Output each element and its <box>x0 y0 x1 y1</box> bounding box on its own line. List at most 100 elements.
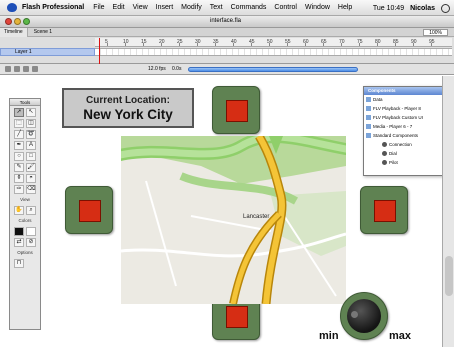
swap-colors-icon[interactable]: ⇄ <box>14 238 24 247</box>
menu-file[interactable]: File <box>93 4 104 11</box>
hand-tool-icon[interactable]: ✋ <box>14 206 24 215</box>
stroke-color-icon[interactable] <box>14 227 24 236</box>
menu-help[interactable]: Help <box>338 4 352 11</box>
frame-tick <box>395 43 396 46</box>
subselect-tool-icon[interactable]: ↖ <box>26 108 36 117</box>
brush-tool-icon[interactable]: 🖌 <box>26 163 36 172</box>
scene-breadcrumb[interactable]: Scene 1 <box>34 29 52 35</box>
frame-tick <box>215 43 216 46</box>
folder-icon <box>366 133 371 138</box>
onion-outline-icon[interactable] <box>23 66 29 72</box>
frame-tick <box>143 43 144 46</box>
minimize-button[interactable] <box>14 18 21 25</box>
menu-view[interactable]: View <box>133 4 148 11</box>
scrollbar-thumb[interactable] <box>445 256 453 296</box>
frame-tick <box>197 43 198 46</box>
clock-text[interactable]: Tue 10:49 <box>373 5 404 12</box>
stage-scrollbar[interactable] <box>442 76 454 347</box>
location-city: New York City <box>83 107 173 122</box>
component-list-item[interactable]: Data <box>364 95 453 104</box>
eyedropper-icon[interactable]: ✑ <box>14 185 24 194</box>
volume-knob[interactable] <box>340 292 388 340</box>
nav-left-square <box>79 200 101 222</box>
menu-bar: Flash Professional File Edit View Insert… <box>0 0 454 16</box>
user-name[interactable]: Nicolas <box>410 5 435 12</box>
center-frame-icon[interactable] <box>5 66 11 72</box>
layer-row[interactable]: Layer 1 <box>0 48 95 56</box>
arrow-tool-icon[interactable]: ➚ <box>14 108 24 117</box>
frame-tick <box>359 43 360 46</box>
fill-color-icon[interactable] <box>26 227 36 236</box>
oval-tool-icon[interactable]: ○ <box>14 152 24 161</box>
document-title: interface.fla <box>210 18 242 24</box>
components-title[interactable]: Components <box>364 87 453 95</box>
frame-tick <box>377 43 378 46</box>
ink-bottle-icon[interactable]: ⚱ <box>14 174 24 183</box>
component-list-item[interactable]: Dial <box>364 149 453 158</box>
free-transform-icon[interactable]: ⬚ <box>14 119 24 128</box>
component-icon <box>382 151 387 156</box>
zoom-tool-icon[interactable]: ⌕ <box>26 206 36 215</box>
spotlight-search-icon[interactable] <box>441 3 450 13</box>
layer-frames[interactable] <box>95 48 452 56</box>
text-tool-icon[interactable]: A <box>26 141 36 150</box>
menu-modify[interactable]: Modify <box>181 4 202 11</box>
pen-tool-icon[interactable]: ✒ <box>14 141 24 150</box>
menu-insert[interactable]: Insert <box>156 4 174 11</box>
folder-icon <box>366 97 371 102</box>
folder-icon <box>366 106 371 111</box>
close-button[interactable] <box>5 18 12 25</box>
menu-text[interactable]: Text <box>210 4 223 11</box>
window-controls <box>5 18 30 25</box>
apple-icon[interactable] <box>7 3 17 12</box>
app-name-menu[interactable]: Flash Professional <box>22 4 84 11</box>
component-list-item[interactable]: FLV Playback - Player 8 <box>364 104 453 113</box>
rectangle-tool-icon[interactable]: □ <box>26 152 36 161</box>
nav-left-button[interactable] <box>65 186 113 234</box>
frame-tick <box>107 43 108 46</box>
tools-title: Tools <box>10 99 40 106</box>
zoom-select[interactable]: 100% <box>423 29 448 36</box>
nav-right-button[interactable] <box>360 186 408 234</box>
location-panel: Current Location: New York City <box>62 88 194 128</box>
component-list-item[interactable]: Standard Components <box>364 131 453 140</box>
snap-option-icon[interactable]: ⊓ <box>14 259 24 268</box>
component-list-item[interactable]: FLV Playback Custom UI <box>364 113 453 122</box>
component-label: Pilot <box>389 160 398 165</box>
zoom-button[interactable] <box>23 18 30 25</box>
line-tool-icon[interactable]: ╱ <box>14 130 24 139</box>
timeline-scrollbar[interactable] <box>188 67 358 72</box>
map-image[interactable]: Lancaster <box>121 136 346 304</box>
nav-right-square <box>374 200 396 222</box>
menu-edit[interactable]: Edit <box>113 4 125 11</box>
map-graphic <box>121 136 346 304</box>
paint-bucket-icon[interactable]: ◓ <box>26 174 36 183</box>
component-list-item[interactable]: Media - Player 6 - 7 <box>364 122 453 131</box>
knob-indicator <box>350 310 358 318</box>
options-section-label: Options <box>17 250 33 255</box>
view-section-label: View <box>20 197 30 202</box>
nav-up-button[interactable] <box>212 86 260 134</box>
menu-window[interactable]: Window <box>305 4 330 11</box>
no-color-icon[interactable]: ⊘ <box>26 238 36 247</box>
frame-tick <box>251 43 252 46</box>
fill-transform-icon[interactable]: ◫ <box>26 119 36 128</box>
edit-bar: 12.0 fps 0.0s <box>0 64 454 75</box>
playhead[interactable] <box>99 38 100 64</box>
frame-tick <box>269 43 270 46</box>
tab-timeline[interactable]: Timeline <box>0 27 28 37</box>
layer-name[interactable]: Layer 1 <box>15 49 32 55</box>
edit-multiple-icon[interactable] <box>32 66 38 72</box>
knob-min-label: min <box>319 330 339 342</box>
frame-ruler[interactable]: 5 10 15 20 25 30 35 40 45 50 55 60 65 70 75 80 85 90 95 <box>95 38 452 47</box>
pencil-tool-icon[interactable]: ✎ <box>14 163 24 172</box>
onion-skin-icon[interactable] <box>14 66 20 72</box>
menu-control[interactable]: Control <box>274 4 297 11</box>
eraser-icon[interactable]: ⌫ <box>26 185 36 194</box>
knob-max-label: max <box>389 330 412 342</box>
component-list-item[interactable]: Pilot <box>364 158 453 167</box>
component-list-item[interactable]: Connection <box>364 140 453 149</box>
lasso-tool-icon[interactable]: ➰ <box>26 130 36 139</box>
folder-icon <box>366 115 371 120</box>
menu-commands[interactable]: Commands <box>231 4 267 11</box>
